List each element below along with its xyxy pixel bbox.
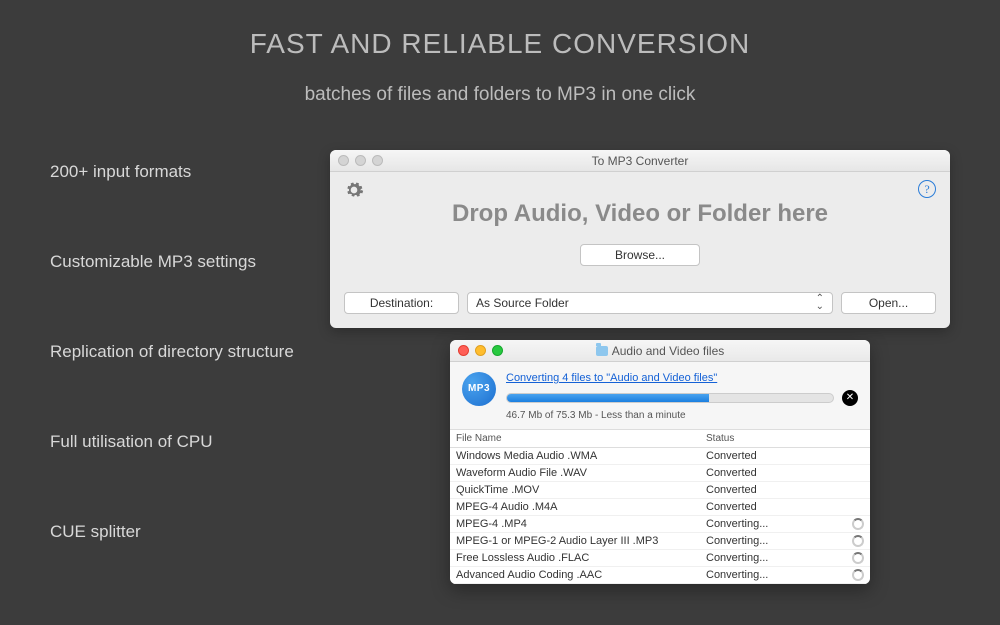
progress-window: Audio and Video files MP3 Converting 4 f… bbox=[450, 340, 870, 584]
cell-filename: QuickTime .MOV bbox=[456, 484, 706, 496]
cell-filename: MPEG-1 or MPEG-2 Audio Layer III .MP3 bbox=[456, 535, 706, 547]
drop-zone-label: Drop Audio, Video or Folder here bbox=[344, 200, 936, 228]
page-subtitle: batches of files and folders to MP3 in o… bbox=[0, 84, 1000, 106]
feature-item: Full utilisation of CPU bbox=[50, 432, 294, 452]
table-header: File Name Status bbox=[450, 429, 870, 448]
table-row[interactable]: MPEG-4 Audio .M4AConverted bbox=[450, 499, 870, 516]
feature-item: CUE splitter bbox=[50, 522, 294, 542]
spinner-icon bbox=[852, 518, 864, 530]
spinner-icon bbox=[852, 552, 864, 564]
window-title: Audio and Video files bbox=[450, 344, 870, 358]
cell-status: Converting... bbox=[706, 535, 852, 547]
folder-icon bbox=[596, 346, 608, 356]
titlebar[interactable]: To MP3 Converter bbox=[330, 150, 950, 172]
column-status[interactable]: Status bbox=[706, 433, 864, 444]
destination-value: As Source Folder bbox=[476, 296, 569, 310]
cell-status: Converting... bbox=[706, 518, 852, 530]
progress-bar bbox=[506, 393, 834, 403]
cell-filename: Advanced Audio Coding .AAC bbox=[456, 569, 706, 581]
table-row[interactable]: Free Lossless Audio .FLACConverting... bbox=[450, 550, 870, 567]
spinner-icon bbox=[852, 535, 864, 547]
page-title: FAST AND RELIABLE CONVERSION bbox=[0, 0, 1000, 60]
feature-item: 200+ input formats bbox=[50, 162, 294, 182]
titlebar[interactable]: Audio and Video files bbox=[450, 340, 870, 362]
cell-status: Converted bbox=[706, 484, 864, 496]
open-button[interactable]: Open... bbox=[841, 292, 936, 314]
table-row[interactable]: MPEG-4 .MP4Converting... bbox=[450, 516, 870, 533]
feature-list: 200+ input formats Customizable MP3 sett… bbox=[50, 162, 294, 612]
cell-status: Converted bbox=[706, 501, 864, 513]
feature-item: Customizable MP3 settings bbox=[50, 252, 294, 272]
destination-button[interactable]: Destination: bbox=[344, 292, 459, 314]
table-row[interactable]: Advanced Audio Coding .AACConverting... bbox=[450, 567, 870, 584]
chevron-updown-icon: ⌃⌄ bbox=[816, 295, 824, 311]
table-row[interactable]: QuickTime .MOVConverted bbox=[450, 482, 870, 499]
column-filename[interactable]: File Name bbox=[456, 433, 706, 444]
cancel-icon[interactable]: ✕ bbox=[842, 390, 858, 406]
browse-button[interactable]: Browse... bbox=[580, 244, 700, 266]
spinner-icon bbox=[852, 569, 864, 581]
window-title: To MP3 Converter bbox=[330, 154, 950, 168]
cell-filename: Waveform Audio File .WAV bbox=[456, 467, 706, 479]
progress-link[interactable]: Converting 4 files to "Audio and Video f… bbox=[506, 372, 717, 384]
destination-select[interactable]: As Source Folder ⌃⌄ bbox=[467, 292, 833, 314]
progress-fill bbox=[507, 394, 709, 402]
progress-subtext: 46.7 Mb of 75.3 Mb - Less than a minute bbox=[506, 410, 858, 421]
feature-item: Replication of directory structure bbox=[50, 342, 294, 362]
cell-filename: Free Lossless Audio .FLAC bbox=[456, 552, 706, 564]
cell-filename: Windows Media Audio .WMA bbox=[456, 450, 706, 462]
table-row[interactable]: MPEG-1 or MPEG-2 Audio Layer III .MP3Con… bbox=[450, 533, 870, 550]
cell-filename: MPEG-4 Audio .M4A bbox=[456, 501, 706, 513]
help-icon[interactable]: ? bbox=[918, 180, 936, 198]
mp3-badge-icon: MP3 bbox=[462, 372, 496, 406]
cell-status: Converting... bbox=[706, 552, 852, 564]
converter-window: To MP3 Converter ? Drop Audio, Video or … bbox=[330, 150, 950, 328]
cell-status: Converted bbox=[706, 450, 864, 462]
cell-status: Converting... bbox=[706, 569, 852, 581]
gear-icon[interactable] bbox=[344, 180, 364, 200]
table-body: Windows Media Audio .WMAConvertedWavefor… bbox=[450, 448, 870, 584]
cell-status: Converted bbox=[706, 467, 864, 479]
table-row[interactable]: Windows Media Audio .WMAConverted bbox=[450, 448, 870, 465]
cell-filename: MPEG-4 .MP4 bbox=[456, 518, 706, 530]
table-row[interactable]: Waveform Audio File .WAVConverted bbox=[450, 465, 870, 482]
